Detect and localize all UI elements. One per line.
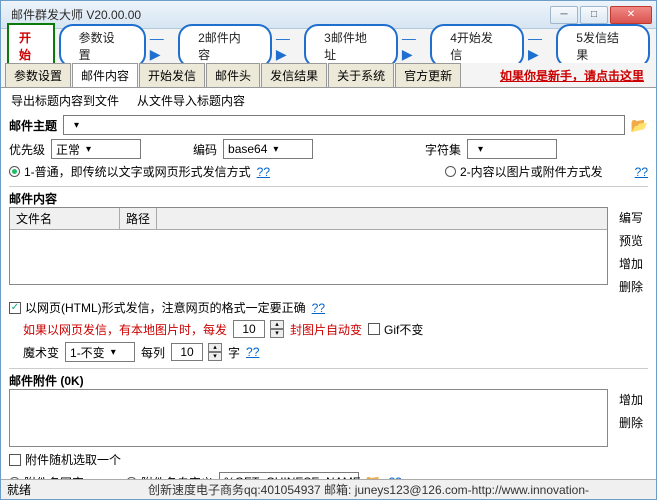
html-row: ✓以网页(HTML)形式发信，注意网页的格式一定要正确 ?? (9, 299, 648, 316)
tab-content[interactable]: 邮件内容 (72, 63, 138, 87)
attach-label: 邮件附件 (0K) (9, 374, 84, 388)
step-address[interactable]: 3邮件地址 (304, 24, 398, 68)
attach-side-buttons: 增加 删除 (614, 389, 648, 447)
step-params[interactable]: 参数设置 (59, 24, 146, 68)
content-side-buttons: 编写 预览 增加 删除 (614, 207, 648, 295)
html-checkbox[interactable]: ✓以网页(HTML)形式发信，注意网页的格式一定要正确 (9, 299, 306, 316)
mode-image-radio[interactable]: 2-内容以图片或附件方式发 (445, 163, 603, 180)
edit-button[interactable]: 编写 (614, 209, 648, 226)
spinner[interactable]: ▴▾ (270, 320, 284, 338)
maximize-button[interactable]: □ (580, 6, 608, 24)
preview-button[interactable]: 预览 (614, 232, 648, 249)
app-window: 邮件群发大师 V20.00.00 ─ □ ✕ 开始 参数设置 —▶ 2邮件内容 … (0, 0, 657, 500)
step-send[interactable]: 4开始发信 (430, 24, 524, 68)
content-table[interactable]: 文件名 路径 (9, 207, 608, 285)
content-label: 邮件内容 (9, 192, 57, 206)
content-area: 邮件主题 📂 优先级 正常 编码 base64 字符集 1-普通，即传统以文字或… (1, 113, 656, 479)
gif-checkbox[interactable]: Gif不变 (368, 321, 423, 338)
attach-custom-select[interactable]: %GET_CHINESE_NAME (219, 472, 359, 479)
attach-name-row: 附件名固定 附件名自定义 %GET_CHINESE_NAME 📂 ?? (9, 472, 648, 479)
window-title: 邮件群发大师 V20.00.00 (5, 6, 550, 23)
help-link[interactable]: ?? (246, 345, 259, 359)
html-warn-text: 如果以网页发信，有本地图片时，每发 (23, 321, 227, 338)
tab-params[interactable]: 参数设置 (5, 63, 71, 87)
import-title-link[interactable]: 从文件导入标题内容 (137, 92, 245, 109)
export-title-link[interactable]: 导出标题内容到文件 (11, 92, 119, 109)
col-filename: 文件名 (10, 208, 120, 229)
step-result[interactable]: 5发信结果 (556, 24, 650, 68)
html-warn-row: 如果以网页发信，有本地图片时，每发 ▴▾ 封图片自动变 Gif不变 (9, 320, 648, 338)
add-button[interactable]: 增加 (614, 255, 648, 272)
encoding-select[interactable]: base64 (223, 139, 313, 159)
attach-random-row: 附件随机选取一个 (9, 451, 648, 468)
subject-combo[interactable] (63, 115, 625, 135)
status-bar: 就绪 创新速度电子商务qq:401054937 邮箱: juneys123@12… (1, 479, 656, 499)
arrow-icon: —▶ (150, 30, 174, 63)
magic-select[interactable]: 1-不变 (65, 342, 135, 362)
subject-label: 邮件主题 (9, 117, 57, 134)
percol-label: 每列 (141, 344, 165, 361)
seal-text: 封图片自动变 (290, 321, 362, 338)
percol-input[interactable] (171, 343, 203, 361)
delete-button[interactable]: 删除 (614, 278, 648, 295)
step-bar: 开始 参数设置 —▶ 2邮件内容 —▶ 3邮件地址 —▶ 4开始发信 —▶ 5发… (1, 29, 656, 63)
attach-list[interactable] (9, 389, 608, 447)
mode-normal-radio[interactable]: 1-普通，即传统以文字或网页形式发信方式 (9, 163, 251, 180)
col-path: 路径 (120, 208, 157, 229)
charset-label: 字符集 (425, 141, 461, 158)
status-info: 创新速度电子商务qq:401054937 邮箱: juneys123@126.c… (87, 481, 650, 498)
magic-row: 魔术变 1-不变 每列 ▴▾ 字 ?? (9, 342, 648, 362)
window-buttons: ─ □ ✕ (550, 6, 652, 24)
charset-select[interactable] (467, 139, 557, 159)
priority-label: 优先级 (9, 141, 45, 158)
newbie-link[interactable]: 如果你是新手，请点击这里 (500, 67, 652, 84)
priority-select[interactable]: 正常 (51, 139, 141, 159)
priority-row: 优先级 正常 编码 base64 字符集 (9, 139, 648, 159)
mode-row: 1-普通，即传统以文字或网页形式发信方式 ?? 2-内容以图片或附件方式发 ?? (9, 163, 648, 180)
help-link[interactable]: ?? (635, 165, 648, 179)
subject-toolbar: 导出标题内容到文件 从文件导入标题内容 (1, 88, 656, 113)
folder-icon[interactable]: 📂 (631, 117, 648, 134)
tab-update[interactable]: 官方更新 (395, 63, 461, 87)
magic-label: 魔术变 (23, 344, 59, 361)
word-label: 字 (228, 344, 240, 361)
arrow-icon: —▶ (276, 30, 300, 63)
encoding-label: 编码 (193, 141, 217, 158)
status-ready: 就绪 (7, 481, 87, 498)
arrow-icon: —▶ (402, 30, 426, 63)
subject-row: 邮件主题 📂 (9, 115, 648, 135)
tab-send[interactable]: 开始发信 (139, 63, 205, 87)
tab-result[interactable]: 发信结果 (261, 63, 327, 87)
tab-header[interactable]: 邮件头 (206, 63, 260, 87)
help-link[interactable]: ?? (312, 301, 325, 315)
content-section: 邮件内容 文件名 路径 编写 预览 增加 删除 (9, 186, 648, 295)
minimize-button[interactable]: ─ (550, 6, 578, 24)
attach-add-button[interactable]: 增加 (614, 391, 648, 408)
attach-section: 邮件附件 (0K) 增加 删除 (9, 368, 648, 447)
step-content[interactable]: 2邮件内容 (178, 24, 272, 68)
tab-bar: 参数设置 邮件内容 开始发信 邮件头 发信结果 关于系统 官方更新 如果你是新手… (1, 63, 656, 88)
tab-about[interactable]: 关于系统 (328, 63, 394, 87)
close-button[interactable]: ✕ (610, 6, 652, 24)
attach-random-checkbox[interactable]: 附件随机选取一个 (9, 451, 121, 468)
per-send-input[interactable] (233, 320, 265, 338)
arrow-icon: —▶ (528, 30, 552, 63)
spinner[interactable]: ▴▾ (208, 343, 222, 361)
help-link[interactable]: ?? (257, 165, 270, 179)
attach-del-button[interactable]: 删除 (614, 414, 648, 431)
